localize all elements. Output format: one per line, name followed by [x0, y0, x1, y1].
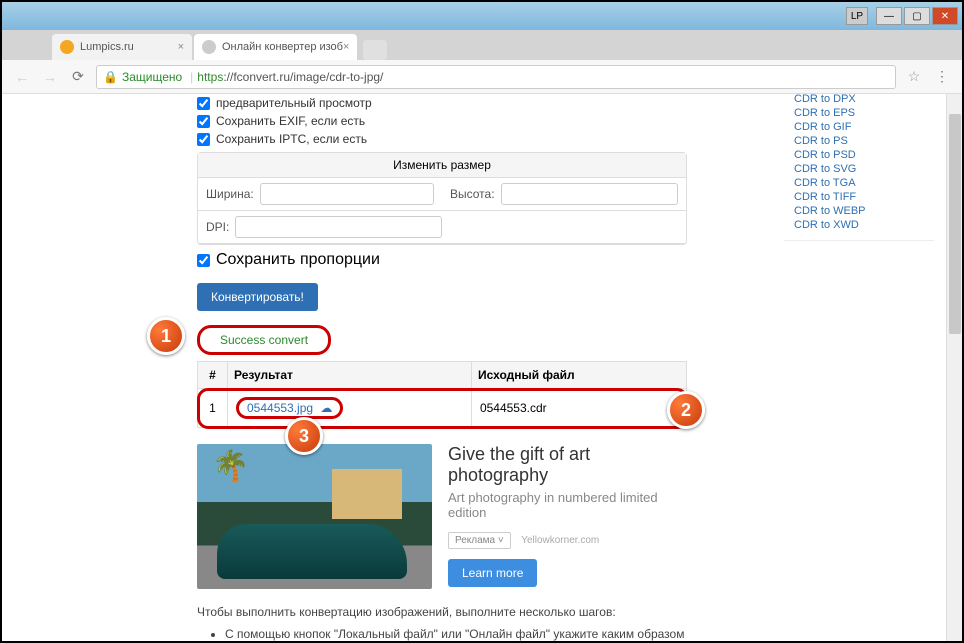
ad-image[interactable]: 🌴 [197, 444, 432, 589]
result-file-link[interactable]: 0544553.jpg [247, 401, 313, 415]
exif-checkbox[interactable]: Сохранить EXIF, если есть [197, 114, 687, 128]
user-badge[interactable]: LP [846, 7, 868, 25]
minimize-button[interactable]: — [876, 7, 902, 25]
resize-header: Изменить размер [198, 153, 686, 178]
address-bar: ← → ⟳ 🔒 Защищено | https://fconvert.ru/i… [2, 60, 962, 94]
results-table: # Результат Исходный файл 1 0544553.jpg … [197, 361, 687, 428]
instructions: Чтобы выполнить конвертацию изображений,… [197, 603, 687, 641]
sidebar-link[interactable]: CDR to GIF [794, 120, 924, 134]
sidebar-link[interactable]: CDR to PS [794, 134, 924, 148]
tab-strip: Lumpics.ru × Онлайн конвертер изоб × [2, 30, 962, 60]
col-source: Исходный файл [471, 362, 686, 389]
tab-label: Онлайн конвертер изоб [222, 41, 343, 53]
reload-button[interactable]: ⟳ [68, 67, 88, 87]
preview-checkbox[interactable]: предварительный просмотр [197, 96, 687, 110]
close-button[interactable]: ✕ [932, 7, 958, 25]
bookmark-icon[interactable]: ☆ [904, 67, 924, 87]
back-button[interactable]: ← [12, 67, 32, 87]
ad-label[interactable]: Реклама ˅ [448, 532, 511, 549]
col-result: Результат [228, 362, 472, 389]
width-label: Ширина: [206, 187, 254, 201]
tab-label: Lumpics.ru [80, 41, 134, 53]
result-link-highlight: 0544553.jpg ☁ [236, 397, 343, 419]
sidebar-link[interactable]: CDR to SVG [794, 162, 924, 176]
sidebar-link[interactable]: CDR to DPX [794, 94, 924, 106]
instr-intro: Чтобы выполнить конвертацию изображений,… [197, 603, 687, 621]
convert-button[interactable]: Конвертировать! [197, 283, 318, 311]
callout-3: 3 [285, 417, 323, 455]
options-group: предварительный просмотр Сохранить EXIF,… [197, 94, 687, 146]
window-titlebar: LP — ▢ ✕ [2, 2, 962, 30]
ad-block: 🌴 Give the gift of art photography Art p… [197, 444, 687, 589]
result-row: 1 0544553.jpg ☁ 0544553.cdr [198, 389, 687, 428]
callout-2: 2 [667, 391, 705, 429]
lock-icon: 🔒 [103, 70, 118, 84]
ad-learn-more-button[interactable]: Learn more [448, 559, 537, 587]
iptc-checkbox[interactable]: Сохранить IPTC, если есть [197, 132, 687, 146]
tab-fconvert[interactable]: Онлайн конвертер изоб × [194, 34, 357, 60]
callout-1: 1 [147, 317, 185, 355]
sidebar-link[interactable]: CDR to TGA [794, 176, 924, 190]
format-sidebar: CDR to DPX CDR to EPS CDR to GIF CDR to … [784, 94, 934, 241]
sidebar-link[interactable]: CDR to XWD [794, 218, 924, 232]
ad-source: Yellowkorner.com [521, 535, 599, 546]
download-icon[interactable]: ☁ [320, 401, 332, 415]
tab-close-icon[interactable]: × [178, 41, 184, 53]
source-file: 0544553.cdr [471, 389, 686, 428]
menu-icon[interactable]: ⋮ [932, 67, 952, 87]
ad-title: Give the gift of art photography [448, 444, 687, 486]
height-label: Высота: [450, 187, 495, 201]
tab-lumpics[interactable]: Lumpics.ru × [52, 34, 192, 60]
keep-proportions-checkbox[interactable]: Сохранить пропорции [197, 251, 687, 269]
tab-close-icon[interactable]: × [343, 41, 349, 53]
ad-subtitle: Art photography in numbered limited edit… [448, 490, 687, 520]
resize-panel: Изменить размер Ширина: Высота: DPI: [197, 152, 687, 245]
scrollbar[interactable] [946, 94, 962, 641]
height-input[interactable] [501, 183, 678, 205]
row-num: 1 [198, 389, 228, 428]
sidebar-link[interactable]: CDR to EPS [794, 106, 924, 120]
secure-label: Защищено [122, 70, 182, 84]
favicon-icon [60, 40, 74, 54]
success-message: Success convert [220, 333, 308, 347]
url-text: https://fconvert.ru/image/cdr-to-jpg/ [197, 70, 383, 84]
new-tab-button[interactable] [363, 40, 387, 60]
instr-step1: С помощью кнопок "Локальный файл" или "О… [225, 625, 687, 641]
scrollbar-thumb[interactable] [949, 114, 961, 334]
sidebar-link[interactable]: CDR to PSD [794, 148, 924, 162]
col-num: # [198, 362, 228, 389]
forward-button[interactable]: → [40, 67, 60, 87]
dpi-label: DPI: [206, 220, 229, 234]
width-input[interactable] [260, 183, 434, 205]
success-highlight: Success convert [197, 325, 331, 355]
dpi-input[interactable] [235, 216, 442, 238]
sidebar-link[interactable]: CDR to WEBP [794, 204, 924, 218]
favicon-icon [202, 40, 216, 54]
url-field[interactable]: 🔒 Защищено | https://fconvert.ru/image/c… [96, 65, 896, 89]
sidebar-link[interactable]: CDR to TIFF [794, 190, 924, 204]
maximize-button[interactable]: ▢ [904, 7, 930, 25]
